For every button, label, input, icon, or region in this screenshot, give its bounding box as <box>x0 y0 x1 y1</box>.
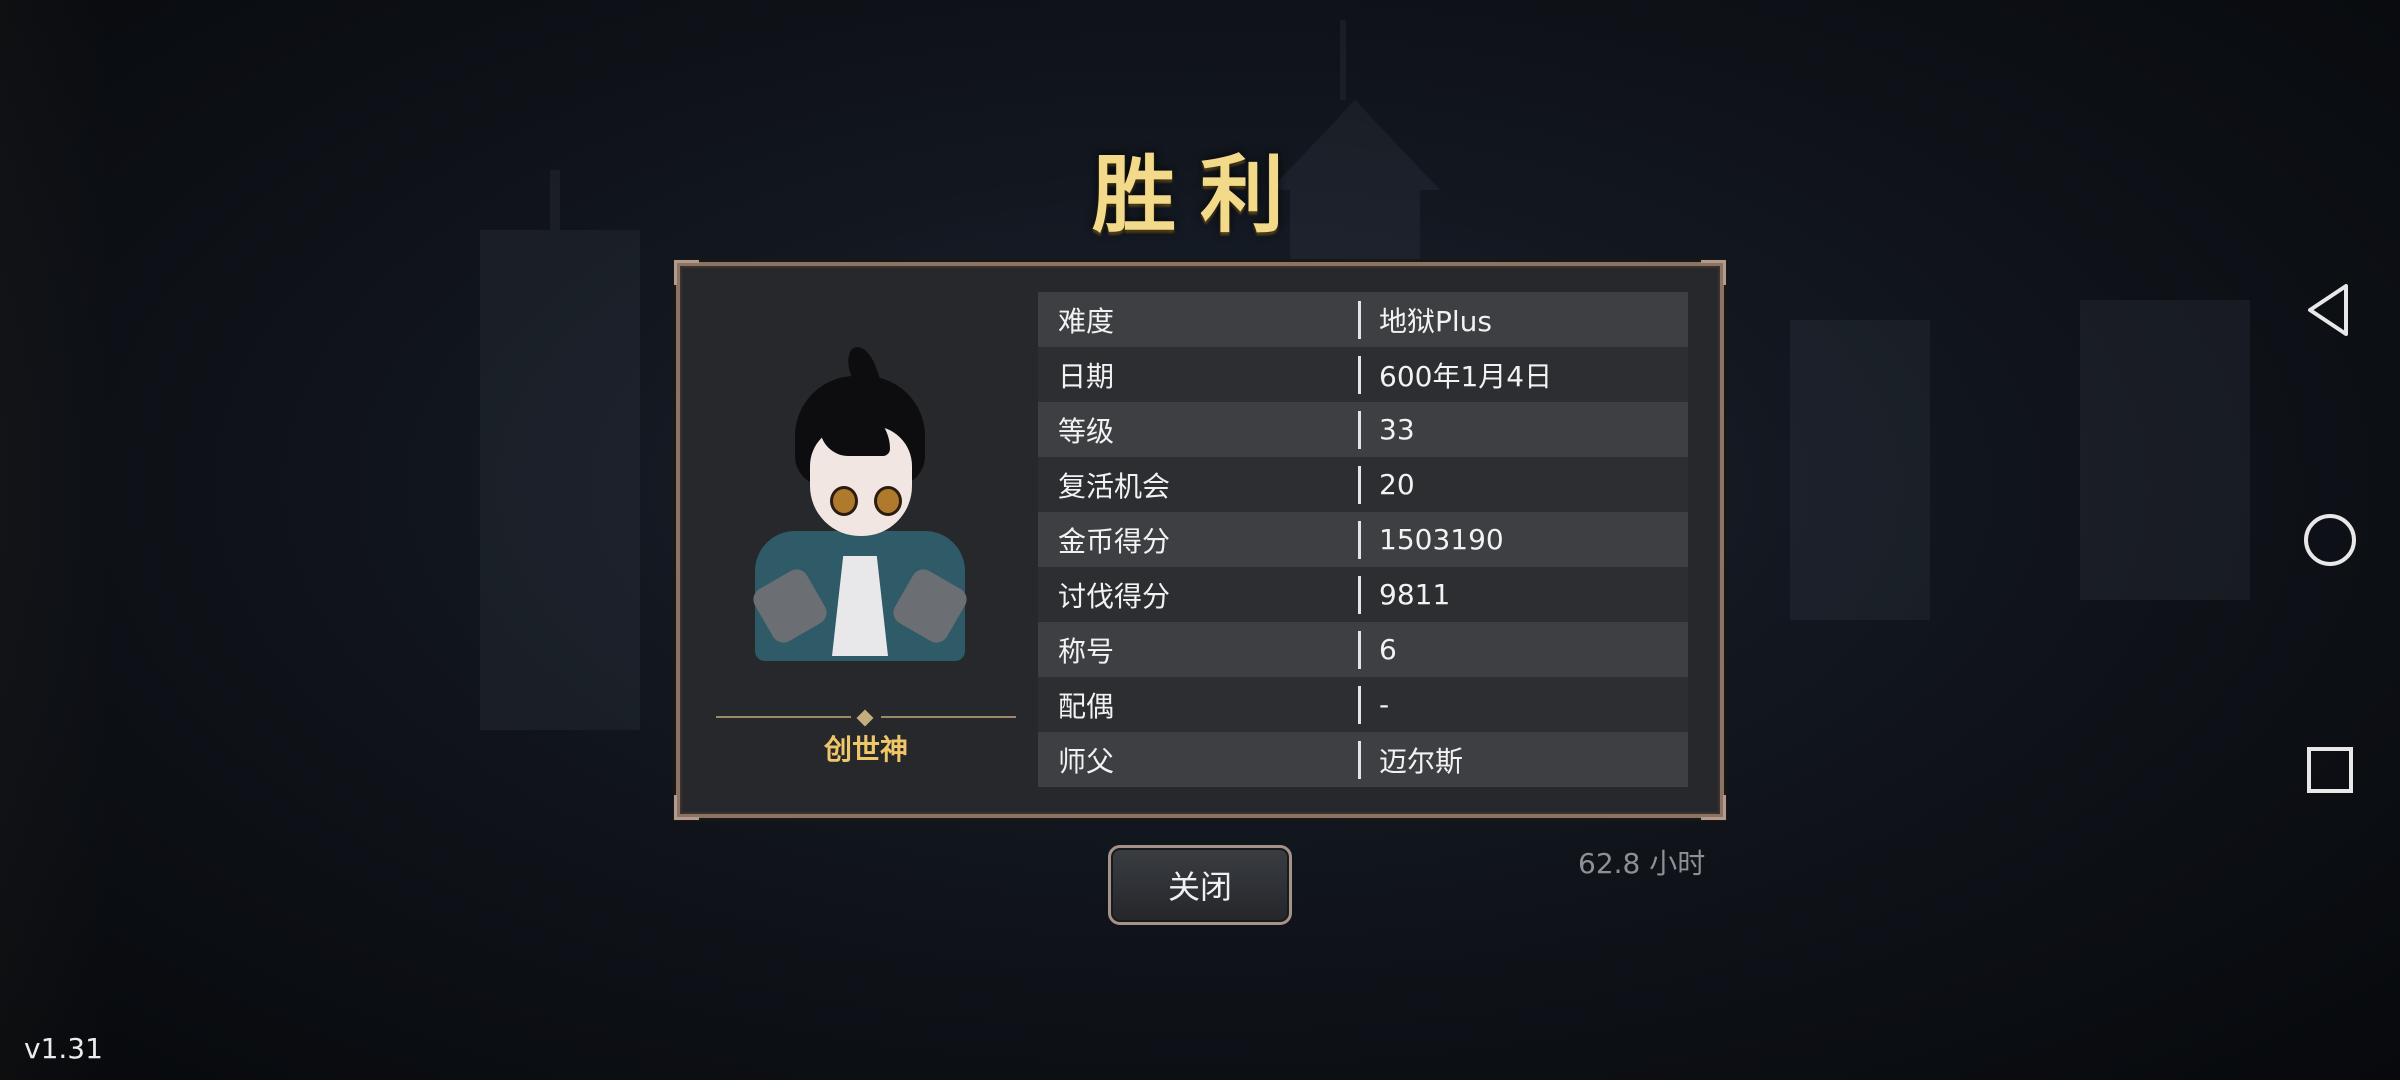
stat-label: 难度 <box>1058 304 1115 338</box>
stat-label: 师父 <box>1058 744 1115 778</box>
stat-value: 600年1月4日 <box>1379 359 1553 393</box>
stat-value: 地狱Plus <box>1379 304 1492 338</box>
stats-table: 难度 地狱Plus 日期 600年1月4日 等级 33 复活机会 20 金币得分… <box>1038 292 1688 787</box>
stat-row-gold-score: 金币得分 1503190 <box>1038 512 1688 567</box>
back-icon[interactable] <box>2300 280 2360 340</box>
stat-row-revive-chances: 复活机会 20 <box>1038 457 1688 512</box>
background-castle-right <box>1790 300 2250 620</box>
name-divider-ornament <box>716 709 1016 727</box>
stat-label: 称号 <box>1058 634 1115 668</box>
stat-value: - <box>1379 688 1390 721</box>
stat-label: 复活机会 <box>1058 469 1171 503</box>
version-label: v1.31 <box>24 1032 103 1065</box>
stat-label: 金币得分 <box>1058 524 1171 558</box>
stat-label: 日期 <box>1058 359 1115 393</box>
character-portrait <box>710 306 1000 696</box>
victory-title: 胜利 <box>1091 145 1308 244</box>
recents-icon[interactable] <box>2300 740 2360 800</box>
stat-row-difficulty: 难度 地狱Plus <box>1038 292 1688 347</box>
stat-row-level: 等级 33 <box>1038 402 1688 457</box>
stat-row-titles: 称号 6 <box>1038 622 1688 677</box>
stat-value: 33 <box>1379 413 1415 446</box>
stat-row-master: 师父 迈尔斯 <box>1038 732 1688 787</box>
stat-label: 讨伐得分 <box>1058 579 1171 613</box>
stat-row-subjugation-score: 讨伐得分 9811 <box>1038 567 1688 622</box>
stat-label: 等级 <box>1058 414 1115 448</box>
playtime-text: 62.8 小时 <box>1578 847 1706 880</box>
home-icon[interactable] <box>2300 510 2360 570</box>
stat-row-spouse: 配偶 - <box>1038 677 1688 732</box>
system-navigation-bar <box>2260 0 2400 1080</box>
stat-value: 1503190 <box>1379 523 1504 556</box>
character-title-name: 创世神 <box>823 733 908 766</box>
stat-row-date: 日期 600年1月4日 <box>1038 347 1688 402</box>
stat-value: 迈尔斯 <box>1379 744 1464 778</box>
stat-value: 6 <box>1379 633 1397 666</box>
stat-value: 9811 <box>1379 578 1451 611</box>
panel-corner-ornament <box>674 795 699 820</box>
stat-label: 配偶 <box>1058 689 1115 723</box>
panel-corner-ornament <box>674 260 699 285</box>
close-button[interactable]: 关闭 <box>1108 845 1292 925</box>
background-castle-left <box>440 170 680 730</box>
result-panel: 创世神 难度 地狱Plus 日期 600年1月4日 等级 33 复活机会 20 … <box>674 260 1726 820</box>
panel-corner-ornament <box>1701 260 1726 285</box>
panel-corner-ornament <box>1701 795 1726 820</box>
stat-value: 20 <box>1379 468 1415 501</box>
